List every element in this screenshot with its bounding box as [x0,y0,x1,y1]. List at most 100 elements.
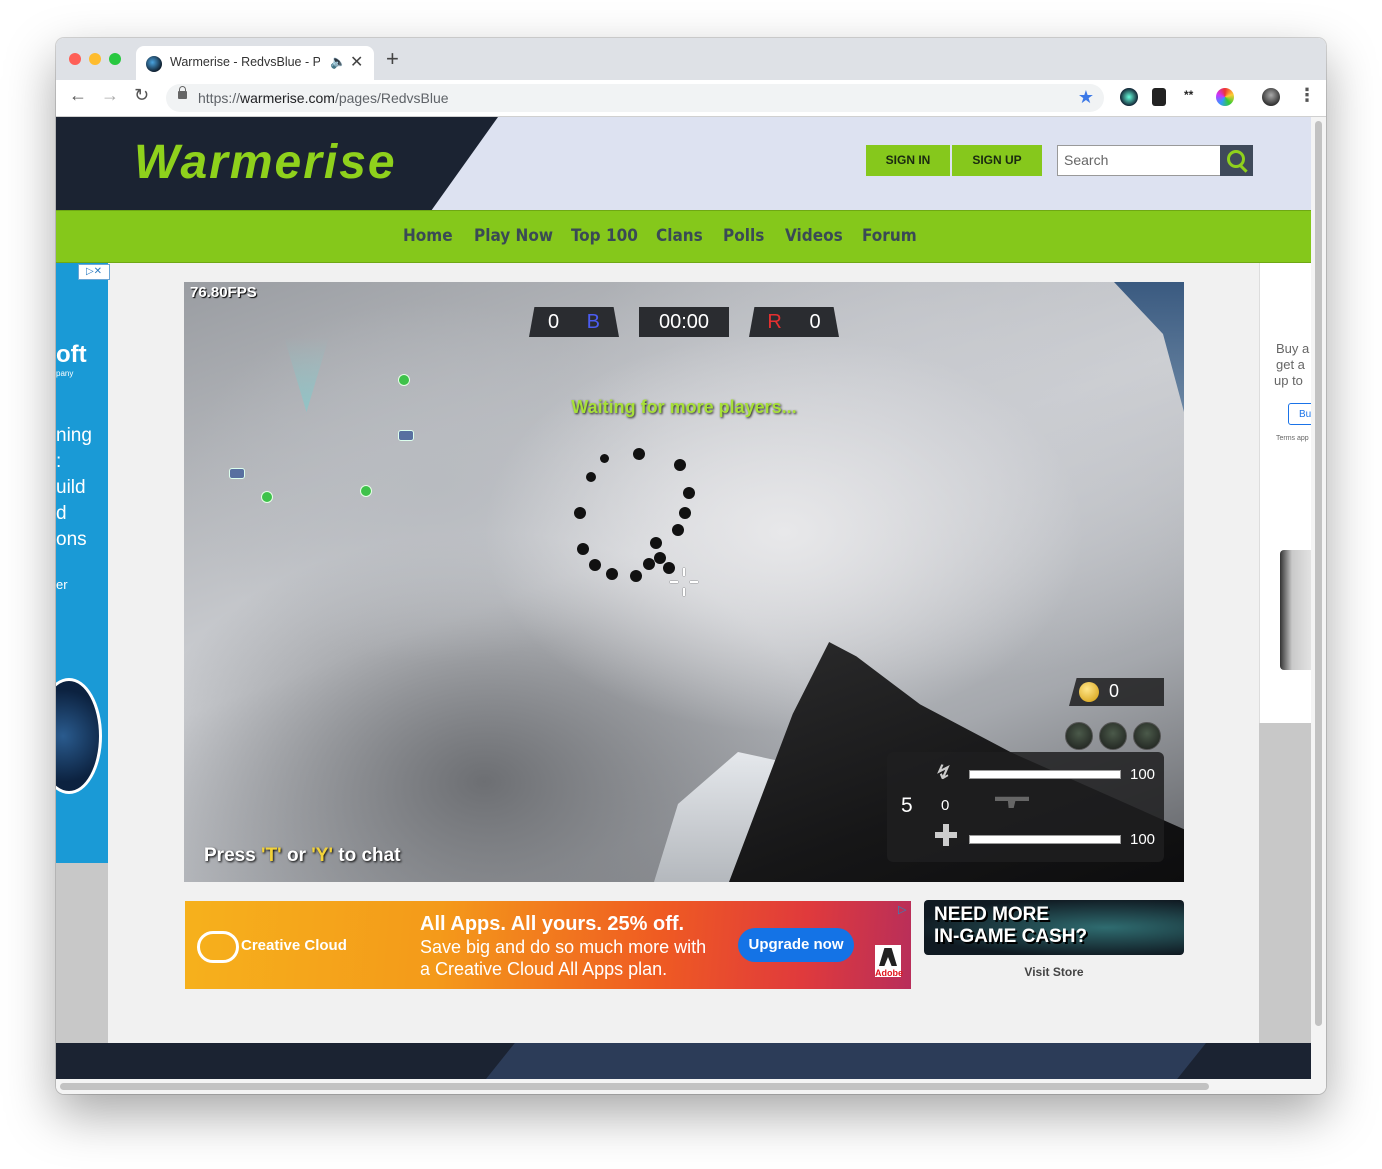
phone-image [1280,550,1311,670]
url-text: https://warmerise.com/pages/RedvsBlue [198,90,449,106]
grenade-icon [1065,722,1093,750]
close-window-button[interactable] [69,53,81,65]
minimize-window-button[interactable] [89,53,101,65]
coin-counter: 0 [1069,678,1164,706]
favicon-icon [146,56,162,72]
ad-subline: Save big and do so much more with [420,937,707,957]
ad-text: ning [56,425,92,446]
blue-score: 0 [547,311,560,333]
ad-headline: All Apps. All yours. 25% off. [420,913,685,935]
ad-image [56,678,102,794]
ad-text: d [56,503,67,524]
horizontal-scrollbar[interactable] [56,1079,1326,1094]
browser-toolbar: ← → ↻ https://warmerise.com/pages/RedvsB… [56,80,1326,117]
ad-text: Buy a [1276,341,1310,356]
right-side-ad[interactable]: Buy a get a up to Bu Terms app [1259,263,1311,723]
nav-videos[interactable]: Videos [785,226,843,246]
ad-text: oft [56,341,87,368]
store-promo-text: NEED MORE IN-GAME CASH? [934,904,1088,947]
scrollbar-thumb[interactable] [60,1083,1209,1090]
tab-title: Warmerise - RedvsBlue - P [170,55,320,69]
nav-play-now[interactable]: Play Now [474,226,553,246]
nav-polls[interactable]: Polls [723,226,764,246]
health-value: 100 [1130,831,1156,848]
upgrade-now-button[interactable]: Upgrade now [738,928,854,962]
nav-clans[interactable]: Clans [656,226,703,246]
creative-cloud-banner-ad[interactable]: Creative Cloud All Apps. All yours. 25% … [185,901,911,989]
nav-forum[interactable]: Forum [862,226,917,246]
coin-icon [1079,682,1099,702]
stamina-value: 100 [1130,766,1156,783]
red-score-panel: R 0 [749,307,839,337]
waiting-message: Waiting for more players... [571,397,797,417]
reload-icon[interactable]: ↻ [134,85,149,106]
main-nav: Home Play Now Top 100 Clans Polls Videos… [56,210,1311,263]
adchoices-icon[interactable]: ▷✕ [78,264,110,280]
minimap-vehicle-icon [398,430,414,441]
ad-text: Terms app [1276,435,1309,442]
scrollbar-thumb[interactable] [1315,121,1322,1026]
store-promo-image[interactable]: NEED MORE IN-GAME CASH? [924,900,1184,955]
game-canvas[interactable]: 76.80FPS 0 B 00:00 R 0 Waiting for more … [184,282,1184,882]
lock-icon [178,86,187,99]
adobe-logo: Adobe [875,945,903,978]
coin-value: 0 [1109,681,1120,701]
health-icon [935,824,957,846]
stamina-icon: ↯ [931,762,955,784]
site-header: Warmerise SIGN IN SIGN UP Search [56,117,1311,210]
blue-score-panel: 0 B [529,307,619,337]
sign-in-button[interactable]: SIGN IN [866,145,950,176]
menu-icon[interactable]: ⋮ [1298,85,1316,106]
player-status-panel: ↯ 100 5 0 100 [887,752,1164,862]
forward-icon[interactable]: → [101,85,119,106]
maximize-window-button[interactable] [109,53,121,65]
sign-up-button[interactable]: SIGN UP [952,145,1042,176]
minimap-health-icon [398,374,410,386]
ad-brand: Creative Cloud [241,937,347,954]
search-icon [1227,150,1245,168]
nav-top-100[interactable]: Top 100 [571,226,638,246]
tab-strip: Warmerise - RedvsBlue - P 🔈 ✕ + [56,38,1326,80]
site-footer [56,1043,1311,1079]
red-team-label: R [767,311,782,333]
extension-icon[interactable] [1152,88,1166,106]
web-page: Warmerise SIGN IN SIGN UP Search Home Pl… [56,117,1311,1079]
minimap-health-icon [360,485,372,497]
ammo-magazine: 5 [901,794,913,817]
fps-counter: 76.80FPS [190,284,257,301]
search-input[interactable]: Search [1057,145,1221,176]
health-bar [969,835,1121,844]
ad-text: : [56,451,62,472]
red-score: 0 [809,311,821,333]
ad-text: pany [56,369,74,378]
new-tab-button[interactable]: + [386,48,399,70]
match-timer: 00:00 [639,307,729,337]
tab-warmerise[interactable]: Warmerise - RedvsBlue - P 🔈 ✕ [136,46,374,80]
vertical-scrollbar[interactable] [1311,117,1326,1079]
ad-text: uild [56,477,86,498]
search-button[interactable] [1220,145,1253,176]
extension-icon[interactable] [1120,88,1138,106]
back-icon[interactable]: ← [69,85,87,106]
address-bar[interactable]: https://warmerise.com/pages/RedvsBlue ★ [166,84,1104,112]
left-side-ad[interactable]: oft pany ning : uild d ons er [56,263,108,863]
ad-text: up to [1274,373,1303,388]
site-logo[interactable]: Warmerise [134,135,397,190]
grenade-icon [1099,722,1127,750]
adchoices-icon[interactable]: ▷ [898,903,910,916]
extension-icon[interactable] [1216,88,1234,106]
ad-button[interactable]: Bu [1288,403,1311,425]
visit-store-link[interactable]: Visit Store [924,965,1184,979]
speaker-icon[interactable]: 🔈 [330,54,346,70]
nav-home[interactable]: Home [403,226,453,246]
extension-icon[interactable]: ** [1184,88,1202,106]
close-tab-icon[interactable]: ✕ [350,52,363,72]
minimap-health-icon [261,491,273,503]
grenade-icon [1133,722,1161,750]
weapon-icon [995,796,1029,808]
avatar[interactable] [1262,88,1280,106]
ad-text: get a [1276,357,1305,372]
ad-text: ons [56,529,87,550]
bookmark-star-icon[interactable]: ★ [1078,87,1094,108]
ad-subline: a Creative Cloud All Apps plan. [420,959,668,979]
